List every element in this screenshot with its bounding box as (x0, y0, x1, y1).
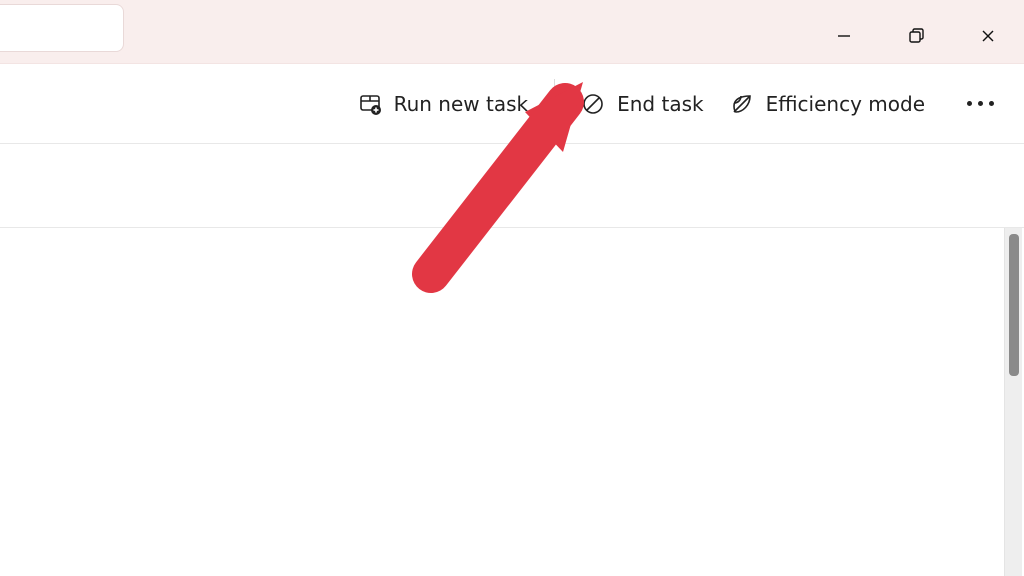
more-options-button[interactable] (951, 101, 1000, 106)
efficiency-mode-label: Efficiency mode (766, 94, 925, 114)
end-task-button[interactable]: End task (581, 92, 703, 116)
maximize-button[interactable] (880, 18, 952, 54)
window-plus-icon (358, 92, 382, 116)
run-new-task-label: Run new task (394, 94, 529, 114)
minimize-icon (836, 28, 852, 44)
search-box-stub[interactable] (0, 4, 124, 52)
minimize-button[interactable] (808, 18, 880, 54)
end-task-label: End task (617, 94, 703, 114)
toolbar-separator (554, 79, 555, 129)
title-bar (0, 0, 1024, 64)
efficiency-mode-button[interactable]: Efficiency mode (730, 92, 925, 116)
leaf-icon (730, 92, 754, 116)
vertical-scrollbar-thumb[interactable] (1009, 234, 1019, 376)
close-button[interactable] (952, 18, 1024, 54)
process-list-pane[interactable] (0, 228, 1024, 576)
close-icon (980, 28, 996, 44)
window-controls (808, 0, 1024, 63)
toolbar: Run new task End task Efficiency mode (0, 64, 1024, 144)
restore-icon (907, 27, 925, 45)
run-new-task-button[interactable]: Run new task (358, 92, 529, 116)
more-icon (957, 101, 1000, 106)
column-header-area (0, 144, 1024, 228)
prohibit-icon (581, 92, 605, 116)
